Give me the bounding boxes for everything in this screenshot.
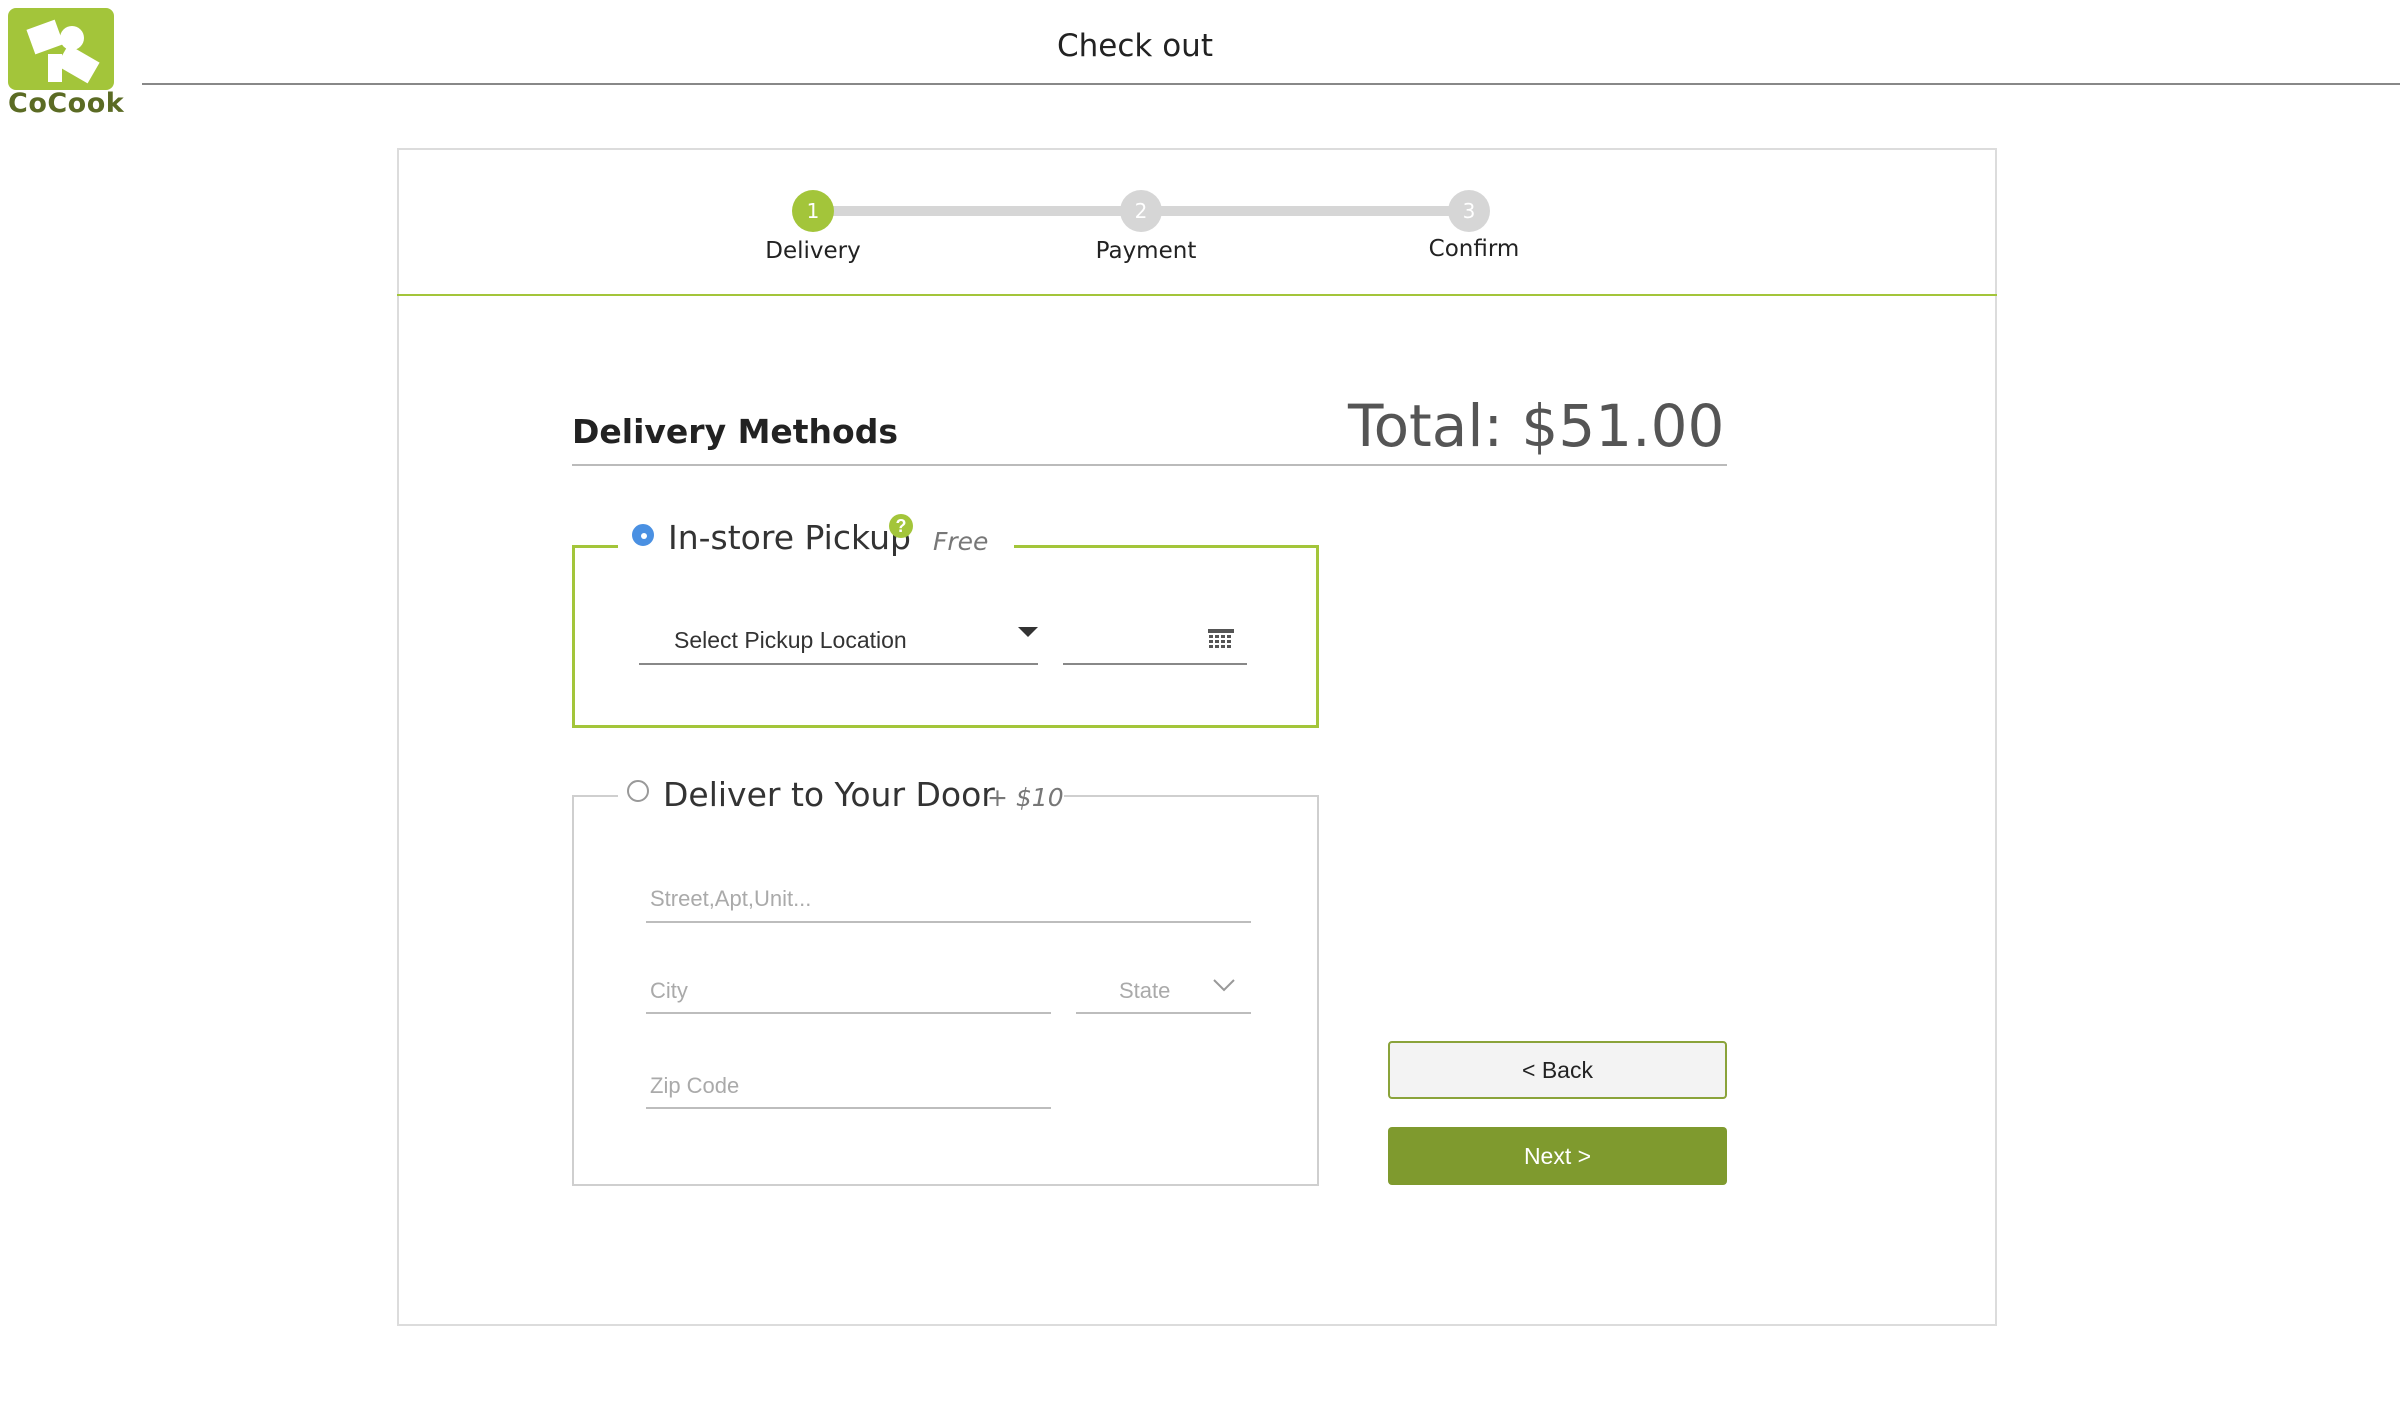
step-3-dot[interactable]: 3: [1448, 190, 1490, 232]
date-underline[interactable]: [1063, 663, 1247, 665]
chevron-down-icon[interactable]: [1018, 627, 1038, 637]
page-title: Check out: [1057, 28, 1213, 64]
header-divider: [142, 83, 2400, 85]
zip-input[interactable]: Zip Code: [650, 1073, 739, 1099]
pickup-location-select[interactable]: Select Pickup Location: [674, 627, 907, 654]
door-price: + $10: [987, 783, 1064, 812]
section-title: Delivery Methods: [572, 412, 898, 451]
order-total: Total: $51.00: [1348, 392, 1725, 460]
pickup-radio[interactable]: [632, 524, 654, 546]
logo-text: CoCook: [8, 88, 125, 119]
door-label[interactable]: Deliver to Your Door: [663, 775, 995, 814]
section-divider: [572, 464, 1727, 466]
chevron-down-icon[interactable]: [1212, 977, 1236, 993]
back-button[interactable]: < Back: [1388, 1041, 1727, 1099]
step-2-dot[interactable]: 2: [1120, 190, 1162, 232]
step-3-label: Confirm: [1428, 236, 1520, 262]
zip-underline: [646, 1107, 1051, 1109]
step-1-label: Delivery: [765, 238, 861, 264]
door-radio[interactable]: [627, 780, 649, 802]
city-input[interactable]: City: [650, 978, 688, 1004]
next-button[interactable]: Next >: [1388, 1127, 1727, 1185]
street-input[interactable]: Street,Apt,Unit...: [650, 886, 811, 912]
step-1-dot[interactable]: 1: [792, 190, 834, 232]
pickup-price: Free: [933, 527, 989, 556]
step-2-label: Payment: [1095, 238, 1197, 264]
street-underline: [646, 921, 1251, 923]
stepper-divider: [397, 294, 1997, 296]
state-underline: [1076, 1012, 1251, 1014]
state-select[interactable]: State: [1119, 978, 1170, 1004]
calendar-icon[interactable]: [1207, 628, 1235, 652]
location-underline: [639, 663, 1038, 665]
city-underline: [646, 1012, 1051, 1014]
pickup-label[interactable]: In-store Pickup: [668, 518, 911, 557]
help-icon[interactable]: ?: [889, 514, 913, 538]
